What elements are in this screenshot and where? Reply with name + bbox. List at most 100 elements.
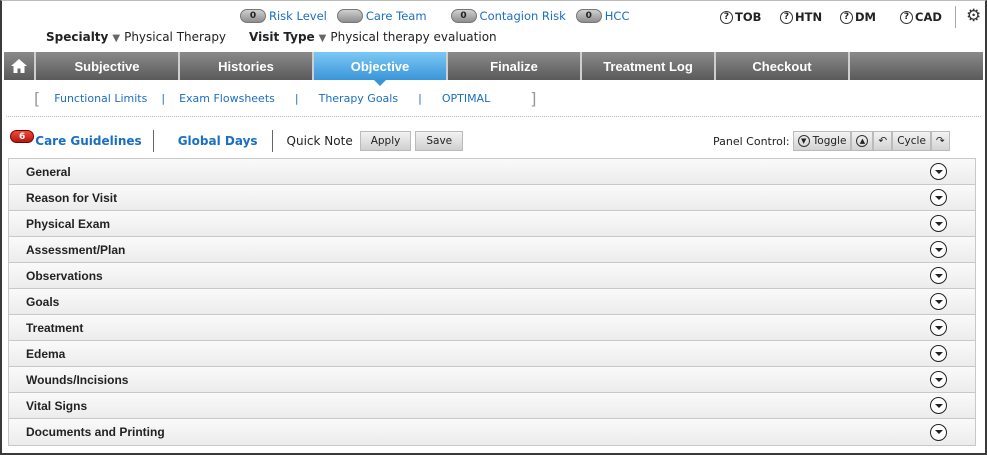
section-label: Documents and Printing (26, 425, 165, 439)
section-label: Treatment (26, 320, 84, 335)
dropdown-triangle-icon[interactable]: ▼ (112, 33, 120, 44)
section-label: Observations (26, 268, 103, 283)
contagion-risk-badge[interactable]: 0 Contagion Risk (450, 9, 566, 23)
tab-subjective[interactable]: Subjective (36, 52, 180, 80)
sub-nav: [ Functional Limits | Exam Flowsheets | … (34, 88, 536, 108)
tab-histories[interactable]: Histories (180, 52, 314, 80)
help-tob[interactable]: ? TOB (720, 10, 761, 24)
expand-icon[interactable] (930, 371, 947, 388)
section-reason-for-visit[interactable]: Reason for Visit (9, 185, 975, 211)
apply-button[interactable]: Apply (359, 131, 412, 151)
expand-icon[interactable] (930, 215, 947, 232)
expand-icon[interactable] (930, 345, 947, 362)
toggle-button[interactable]: ▼ Toggle (792, 131, 852, 151)
section-physical-exam[interactable]: Physical Exam (9, 211, 975, 237)
expand-icon[interactable] (930, 293, 947, 310)
cycle-button[interactable]: Cycle (892, 131, 931, 151)
help-htn[interactable]: ? HTN (780, 10, 822, 24)
contagion-risk-link[interactable]: Contagion Risk (480, 9, 566, 23)
care-team-count (336, 9, 363, 23)
gear-icon[interactable]: ⚙ (966, 6, 981, 26)
expand-all-button[interactable]: ▲ (851, 131, 874, 151)
section-observations[interactable]: Observations (9, 263, 975, 289)
divider (6, 116, 981, 117)
section-vital-signs[interactable]: Vital Signs (9, 393, 975, 419)
cycle-forward-icon: ↷ (935, 135, 945, 147)
expand-icon[interactable] (930, 319, 947, 336)
expand-icon[interactable] (930, 397, 947, 414)
section-label: Reason for Visit (26, 190, 118, 205)
care-guidelines-link[interactable]: Care Guidelines (35, 134, 141, 148)
main-nav: Subjective Histories Objective Finalize … (4, 52, 983, 86)
expand-icon[interactable] (930, 189, 947, 206)
section-assessment-plan[interactable]: Assessment/Plan (9, 237, 975, 263)
divider (955, 6, 956, 28)
section-label: Edema (26, 346, 66, 361)
hcc-badge[interactable]: 0 HCC (575, 9, 630, 23)
save-button[interactable]: Save (415, 131, 464, 151)
subnav-functional-limits[interactable]: Functional Limits (54, 92, 147, 105)
section-label: General (26, 164, 71, 179)
collapse-all-icon: ▼ (797, 135, 810, 147)
toolbar: 6 Care Guidelines Global Days Quick Note… (10, 128, 464, 154)
section-edema[interactable]: Edema (9, 341, 975, 367)
question-icon: ? (720, 10, 733, 24)
tab-treatment-log[interactable]: Treatment Log (582, 52, 716, 80)
divider (271, 130, 273, 152)
visit-type-label: Visit Type (249, 30, 315, 44)
subnav-separator: | (161, 91, 166, 105)
section-wounds-incisions[interactable]: Wounds/Incisions (9, 367, 975, 393)
specialty-field[interactable]: Specialty ▼ Physical Therapy (46, 30, 226, 44)
global-days-link[interactable]: Global Days (178, 134, 258, 148)
section-general[interactable]: General (9, 159, 975, 185)
quick-note-label: Quick Note (286, 134, 353, 148)
tab-checkout[interactable]: Checkout (716, 52, 850, 80)
expand-icon[interactable] (930, 163, 947, 180)
help-cad-label: CAD (915, 10, 942, 24)
specialty-value: Physical Therapy (124, 30, 227, 44)
risk-level-link[interactable]: Risk Level (269, 9, 327, 23)
expand-icon[interactable] (930, 267, 947, 284)
home-icon[interactable] (4, 52, 36, 80)
panel-control: Panel Control: ▼ Toggle ▲ ↶ Cycle ↷ (713, 131, 950, 151)
cycle-forward-button[interactable]: ↷ (930, 131, 950, 151)
tab-finalize[interactable]: Finalize (448, 52, 582, 80)
help-tob-label: TOB (735, 10, 762, 24)
visit-type-field[interactable]: Visit Type ▼ Physical therapy evaluation (249, 30, 497, 44)
subnav-separator: | (294, 91, 299, 105)
risk-level-badge[interactable]: 0 Risk Level (240, 9, 327, 23)
bracket-right: ] (530, 88, 537, 108)
care-team-badge[interactable]: Care Team (336, 9, 427, 23)
help-dm-label: DM (855, 10, 876, 24)
expand-icon[interactable] (930, 241, 947, 258)
cycle-label: Cycle (897, 135, 926, 147)
cycle-back-button[interactable]: ↶ (873, 131, 893, 151)
risk-level-count: 0 (240, 9, 266, 23)
expand-all-icon: ▲ (856, 135, 869, 147)
expand-icon[interactable] (930, 423, 947, 441)
section-label: Physical Exam (26, 216, 111, 231)
section-label: Wounds/Incisions (26, 372, 129, 387)
help-cad[interactable]: ? CAD (900, 10, 942, 24)
cycle-back-icon: ↶ (878, 135, 888, 147)
section-goals[interactable]: Goals (9, 289, 975, 315)
subnav-exam-flowsheets[interactable]: Exam Flowsheets (179, 92, 275, 105)
question-icon: ? (780, 10, 793, 24)
status-badges: 0 Risk Level Care Team 0 Contagion Risk … (240, 9, 640, 23)
dropdown-triangle-icon[interactable]: ▼ (319, 33, 327, 44)
question-icon: ? (840, 10, 853, 24)
question-icon: ? (900, 10, 913, 24)
care-team-link[interactable]: Care Team (366, 9, 427, 23)
section-label: Vital Signs (26, 398, 88, 413)
section-documents-and-printing[interactable]: Documents and Printing (9, 419, 975, 445)
contagion-risk-count: 0 (450, 9, 477, 23)
subnav-optimal[interactable]: OPTIMAL (442, 92, 490, 105)
section-treatment[interactable]: Treatment (9, 315, 975, 341)
help-dm[interactable]: ? DM (840, 10, 876, 24)
toggle-label: Toggle (812, 135, 847, 147)
hcc-link[interactable]: HCC (605, 9, 630, 23)
panel-control-label: Panel Control: (713, 134, 790, 148)
subnav-therapy-goals[interactable]: Therapy Goals (319, 92, 399, 105)
visit-type-value: Physical therapy evaluation (330, 30, 497, 44)
tab-objective[interactable]: Objective (314, 52, 448, 86)
